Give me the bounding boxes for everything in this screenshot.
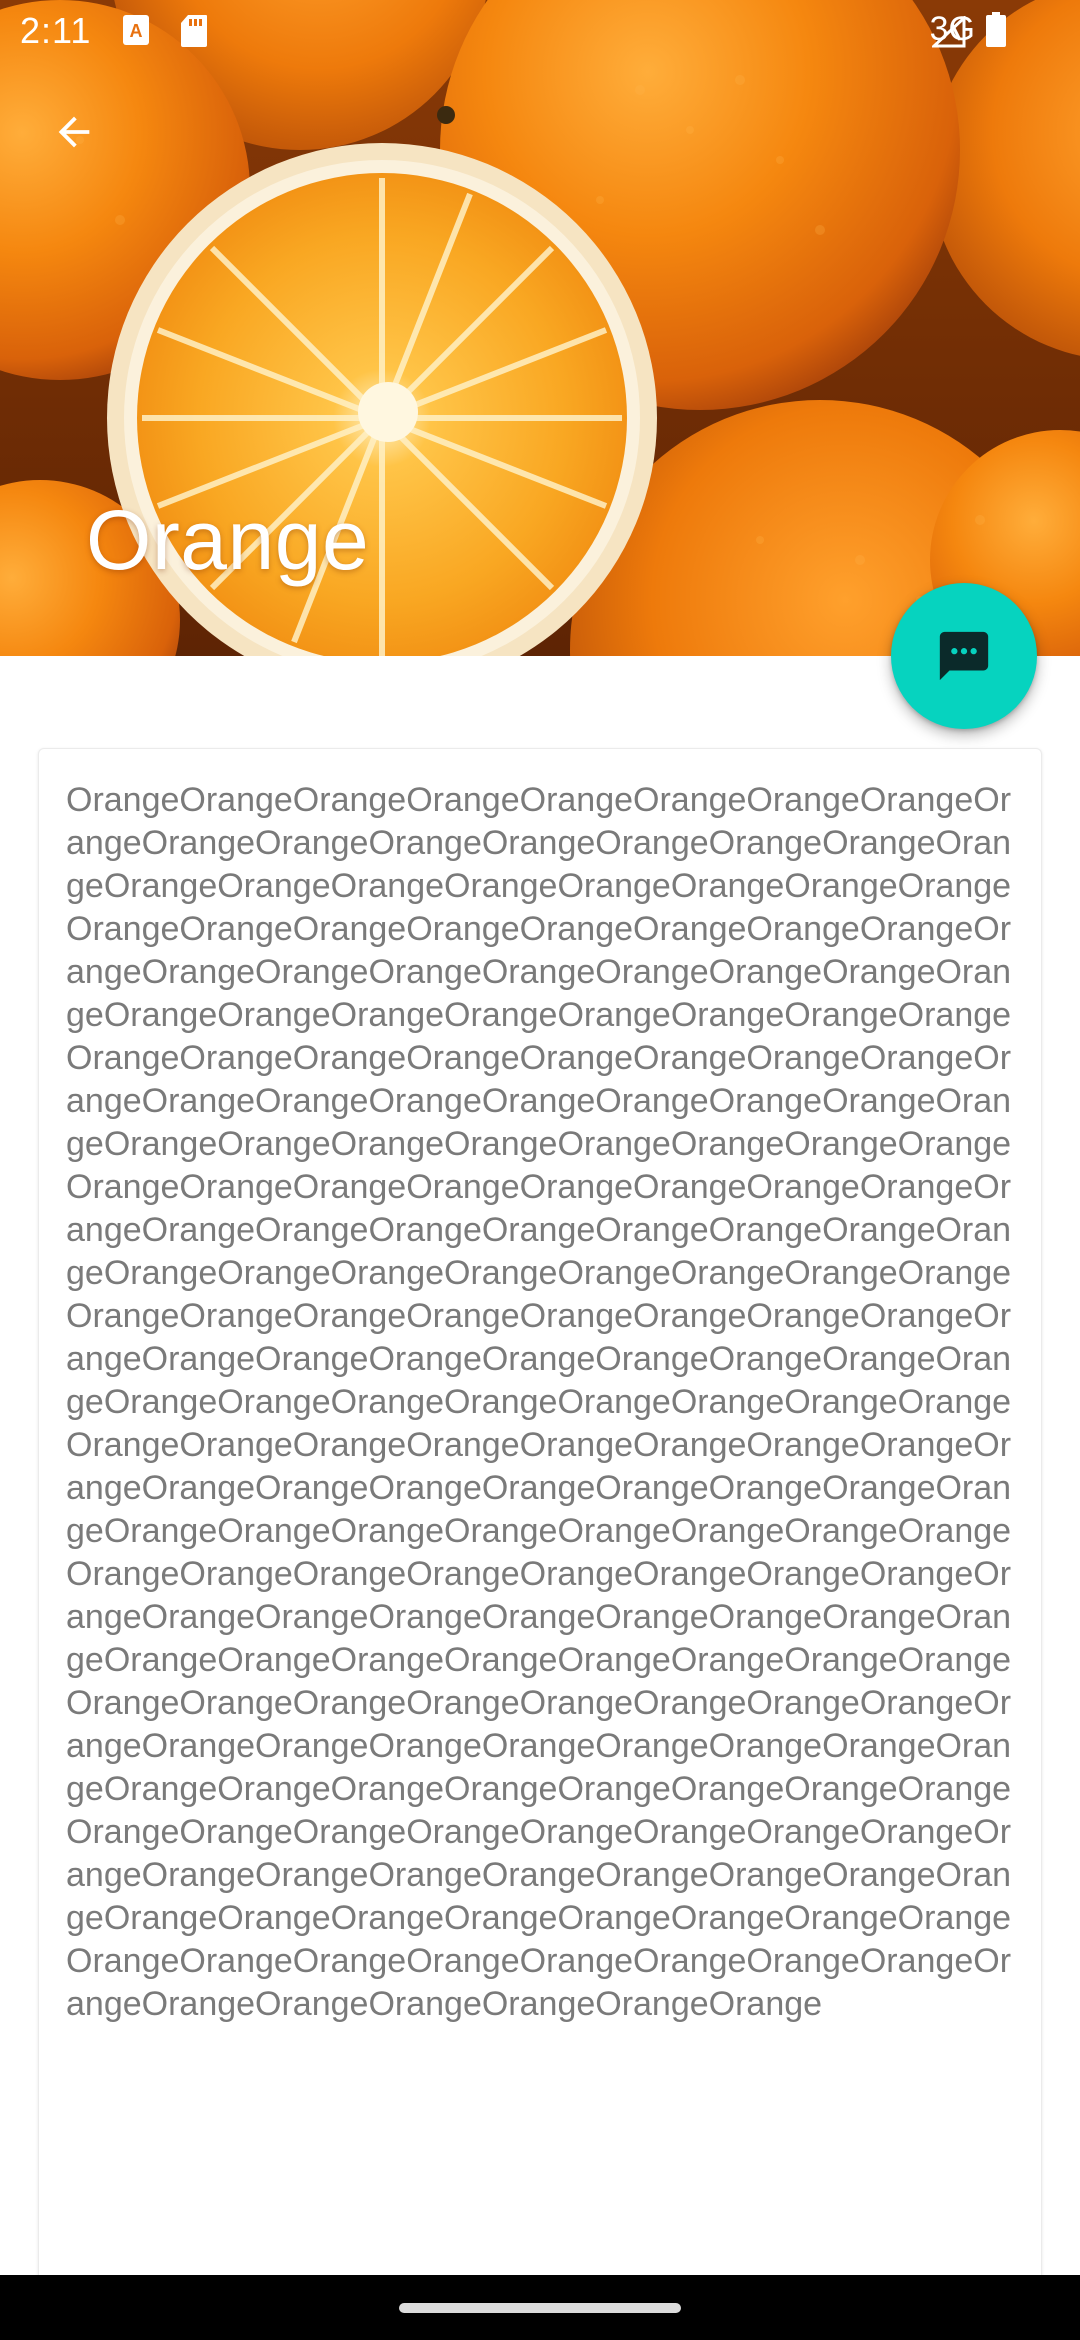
status-bar: 2:11 A 3G: [0, 0, 1080, 66]
system-nav-bar: [0, 2275, 1080, 2340]
app-screen: 2:11 A 3G Orange OrangeOrangeOrangeOrang…: [0, 0, 1080, 2340]
status-time: 2:11: [20, 10, 92, 51]
arrow-back-icon: [58, 116, 90, 148]
sd-card-icon: [180, 14, 208, 53]
battery-icon: [985, 12, 1007, 53]
home-gesture-handle[interactable]: [399, 2303, 681, 2313]
content-card: OrangeOrangeOrangeOrangeOrangeOrangeOran…: [38, 748, 1042, 2340]
text-a-icon: A: [122, 14, 150, 51]
signal-icon: [930, 14, 966, 53]
chat-bubble-icon: [939, 631, 989, 681]
svg-text:A: A: [130, 21, 143, 41]
back-button[interactable]: [38, 96, 110, 168]
chat-fab-button[interactable]: [891, 583, 1037, 729]
body-text: OrangeOrangeOrangeOrangeOrangeOrangeOran…: [66, 781, 1012, 2023]
page-title: Orange: [86, 493, 370, 587]
